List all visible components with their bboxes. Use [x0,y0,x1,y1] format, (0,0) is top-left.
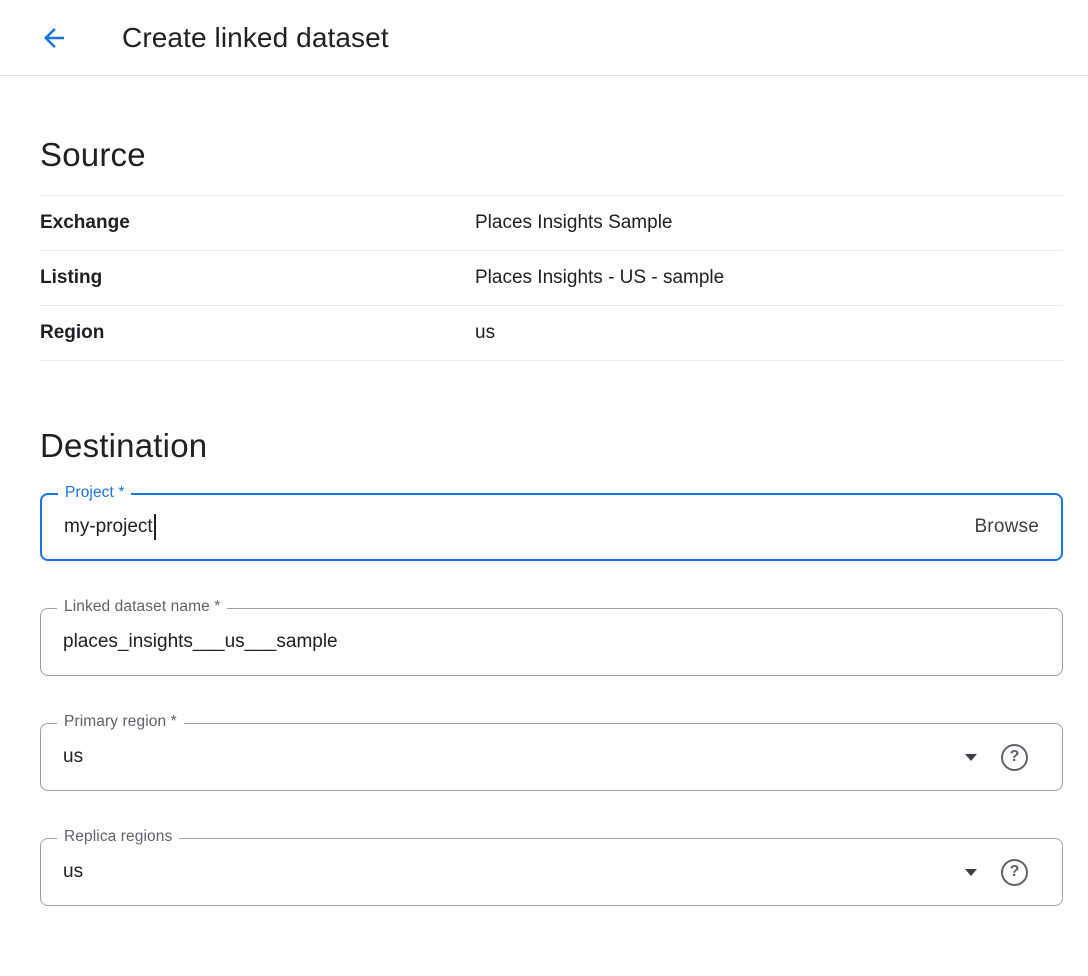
linked-dataset-name-field[interactable]: Linked dataset name * places_insights___… [40,608,1063,676]
listing-value: Places Insights - US - sample [475,267,724,289]
help-icon[interactable]: ? [1001,744,1028,771]
region-value: us [475,322,495,344]
help-icon[interactable]: ? [1001,859,1028,886]
table-row-listing: Listing Places Insights - US - sample [40,251,1063,306]
destination-section-heading: Destination [40,427,1063,465]
table-row-exchange: Exchange Places Insights Sample [40,196,1063,251]
arrow-drop-down-icon[interactable] [965,754,977,761]
replica-regions-value: us [63,861,83,883]
browse-button[interactable]: Browse [974,516,1039,538]
replica-regions-field[interactable]: Replica regions us ? [40,838,1063,906]
text-cursor [154,514,156,540]
table-row-region: Region us [40,306,1063,361]
project-field-label: Project * [58,484,131,502]
replica-regions-label: Replica regions [57,828,179,846]
source-section-heading: Source [40,136,1063,174]
linked-dataset-name-label: Linked dataset name * [57,598,227,616]
primary-region-label: Primary region * [57,713,184,731]
primary-region-value: us [63,746,83,768]
back-button[interactable] [34,18,74,58]
exchange-value: Places Insights Sample [475,212,673,234]
exchange-label: Exchange [40,212,475,234]
project-field[interactable]: Project * my-project Browse [40,493,1063,561]
project-input[interactable]: my-project [64,516,153,538]
source-table: Exchange Places Insights Sample Listing … [40,195,1063,361]
main-content: Source Exchange Places Insights Sample L… [0,136,1088,906]
page-title: Create linked dataset [122,22,389,54]
primary-region-field[interactable]: Primary region * us ? [40,723,1063,791]
arrow-drop-down-icon[interactable] [965,869,977,876]
listing-label: Listing [40,267,475,289]
header: Create linked dataset [0,0,1088,76]
linked-dataset-name-input[interactable]: places_insights___us___sample [63,631,338,653]
region-label: Region [40,322,475,344]
arrow-back-icon [39,23,69,53]
